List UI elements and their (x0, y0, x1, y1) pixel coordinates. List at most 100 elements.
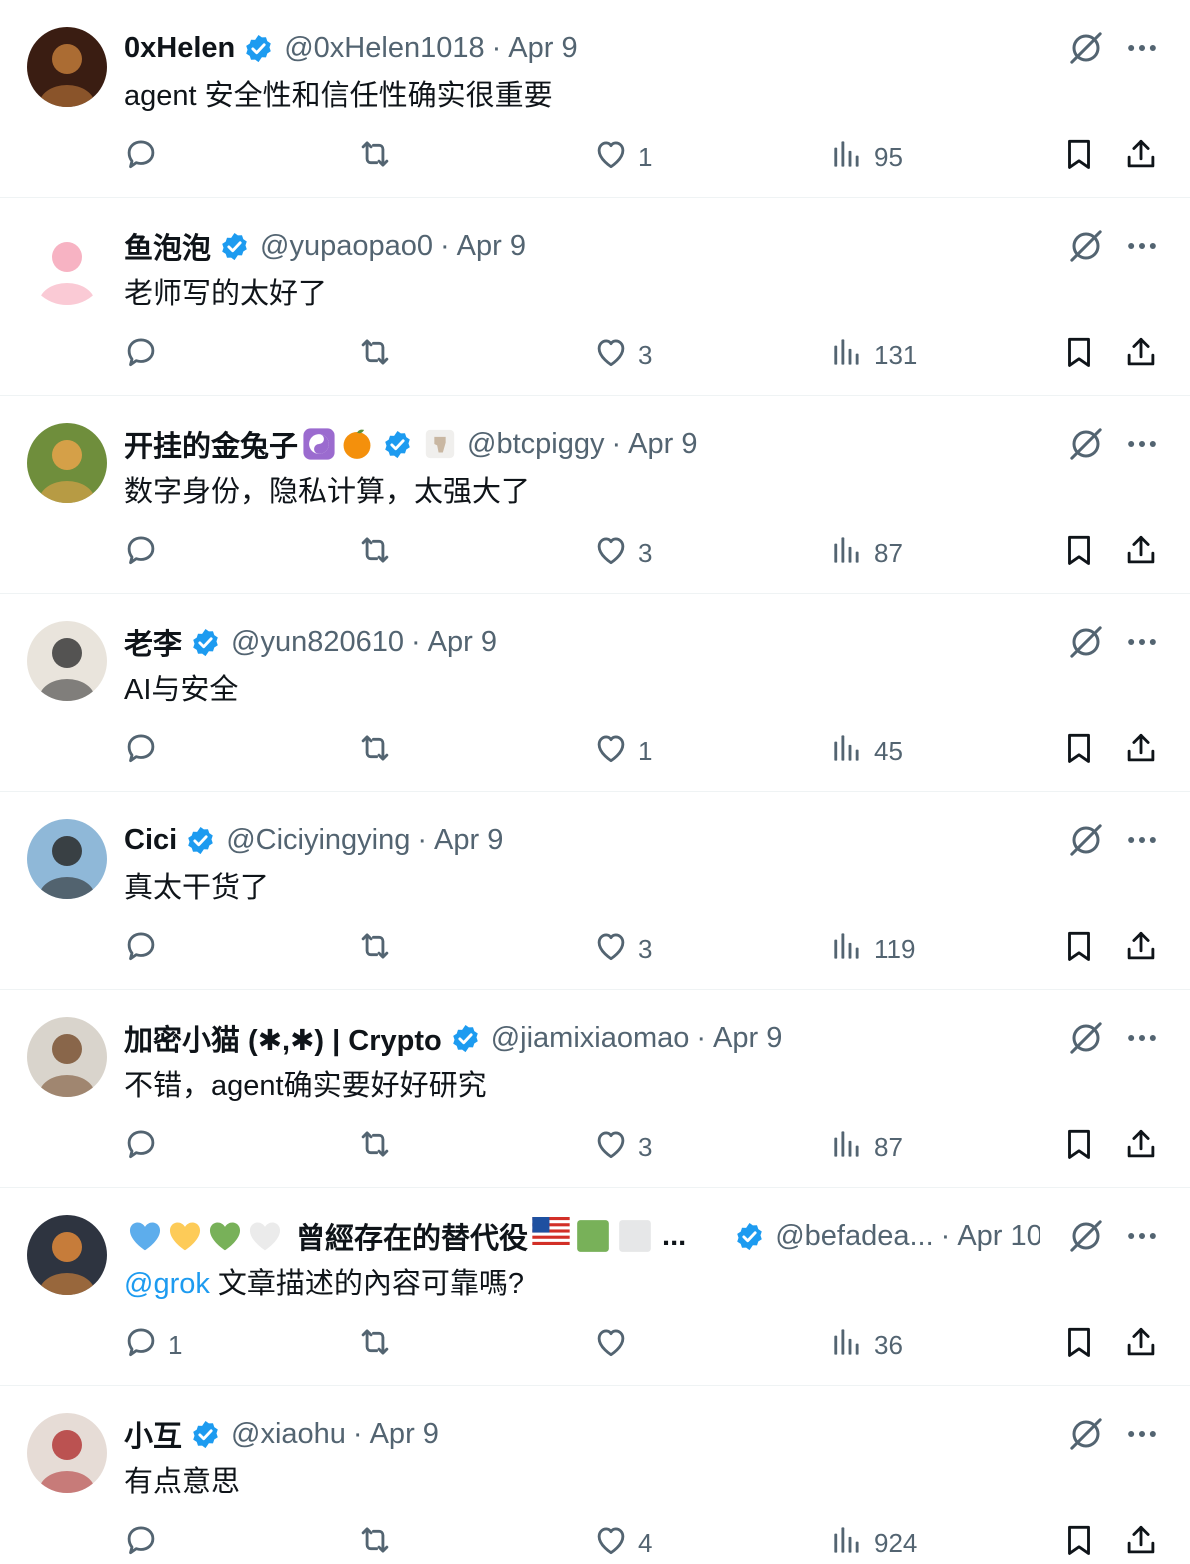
reply-post[interactable]: 曾經存在的替代役... @befadea... · Apr 10 @grok 文章描述的… (0, 1188, 1190, 1386)
avatar[interactable] (27, 423, 107, 503)
views-button[interactable]: 119 (828, 928, 915, 970)
user-handle[interactable]: @befadea... (775, 1220, 933, 1253)
retweet-button[interactable] (356, 1126, 402, 1168)
display-name[interactable]: 曾經存在的替代役 (296, 1216, 528, 1256)
avatar[interactable] (27, 225, 107, 305)
more-options-icon[interactable] (1122, 622, 1162, 662)
views-button[interactable]: 36 (828, 1324, 903, 1366)
more-options-icon[interactable] (1122, 820, 1162, 860)
reply-post[interactable]: 小互 @xiaohu · Apr 9 有点意思 4 924 (0, 1386, 1190, 1564)
post-date[interactable]: Apr 9 (713, 1022, 782, 1055)
share-button[interactable] (1122, 334, 1160, 376)
views-button[interactable]: 131 (828, 334, 917, 376)
bookmark-button[interactable] (1060, 1126, 1098, 1168)
retweet-button[interactable] (356, 1324, 402, 1366)
post-date[interactable]: Apr 10 (957, 1220, 1040, 1253)
post-date[interactable]: Apr 9 (628, 428, 697, 461)
reply-post[interactable]: 开挂的金兔子 @btcpiggy · Apr 9 数字身份，隐私计算，太强大了 3 87 (0, 396, 1190, 594)
grok-icon[interactable] (1066, 424, 1106, 464)
more-options-icon[interactable] (1122, 28, 1162, 68)
retweet-button[interactable] (356, 730, 402, 772)
views-button[interactable]: 45 (828, 730, 903, 772)
display-name[interactable]: Cici (124, 824, 177, 857)
retweet-button[interactable] (356, 928, 402, 970)
more-options-icon[interactable] (1122, 1216, 1162, 1256)
views-button[interactable]: 924 (828, 1522, 917, 1564)
avatar[interactable] (27, 1017, 107, 1097)
post-date[interactable]: Apr 9 (428, 626, 497, 659)
retweet-button[interactable] (356, 136, 402, 178)
post-date[interactable]: Apr 9 (434, 824, 503, 857)
grok-icon[interactable] (1066, 820, 1106, 860)
share-button[interactable] (1122, 730, 1160, 772)
display-name[interactable]: 鱼泡泡 (124, 226, 211, 266)
like-button[interactable]: 4 (592, 1522, 652, 1564)
views-button[interactable]: 87 (828, 1126, 903, 1168)
retweet-button[interactable] (356, 532, 402, 574)
avatar[interactable] (27, 819, 107, 899)
reply-button[interactable] (122, 1522, 168, 1564)
grok-icon[interactable] (1066, 1018, 1106, 1058)
reply-button[interactable] (122, 136, 168, 178)
grok-icon[interactable] (1066, 1216, 1106, 1256)
share-button[interactable] (1122, 928, 1160, 970)
retweet-button[interactable] (356, 1522, 402, 1564)
display-name[interactable]: 小互 (124, 1414, 182, 1454)
reply-button[interactable] (122, 334, 168, 376)
reply-post[interactable]: 加密小猫 (✱,✱) | Crypto @jiamixiaomao · Apr 9 不错… (0, 990, 1190, 1188)
reply-button[interactable] (122, 532, 168, 574)
like-button[interactable]: 3 (592, 334, 652, 376)
bookmark-button[interactable] (1060, 532, 1098, 574)
share-button[interactable] (1122, 1324, 1160, 1366)
share-button[interactable] (1122, 1126, 1160, 1168)
grok-icon[interactable] (1066, 1414, 1106, 1454)
user-handle[interactable]: @jiamixiaomao (491, 1022, 690, 1055)
like-button[interactable]: 3 (592, 532, 652, 574)
bookmark-button[interactable] (1060, 136, 1098, 178)
more-options-icon[interactable] (1122, 424, 1162, 464)
avatar[interactable] (27, 1413, 107, 1493)
reply-post[interactable]: 鱼泡泡 @yupaopao0 · Apr 9 老师写的太好了 3 131 (0, 198, 1190, 396)
reply-post[interactable]: Cici @Ciciyingying · Apr 9 真太干货了 3 119 (0, 792, 1190, 990)
like-button[interactable]: 1 (592, 730, 652, 772)
reply-button[interactable] (122, 1126, 168, 1168)
bookmark-button[interactable] (1060, 1324, 1098, 1366)
like-button[interactable]: 3 (592, 1126, 652, 1168)
bookmark-button[interactable] (1060, 928, 1098, 970)
like-button[interactable]: 1 (592, 136, 652, 178)
user-handle[interactable]: @btcpiggy (467, 428, 604, 461)
user-handle[interactable]: @Ciciyingying (226, 824, 410, 857)
share-button[interactable] (1122, 532, 1160, 574)
avatar[interactable] (27, 621, 107, 701)
bookmark-button[interactable] (1060, 334, 1098, 376)
reply-button[interactable]: 1 (122, 1324, 182, 1366)
post-date[interactable]: Apr 9 (508, 32, 577, 65)
more-options-icon[interactable] (1122, 1018, 1162, 1058)
share-button[interactable] (1122, 1522, 1160, 1564)
user-handle[interactable]: @xiaohu (231, 1418, 346, 1451)
more-options-icon[interactable] (1122, 1414, 1162, 1454)
mention-link[interactable]: @grok (124, 1268, 210, 1300)
reply-button[interactable] (122, 928, 168, 970)
share-button[interactable] (1122, 136, 1160, 178)
more-options-icon[interactable] (1122, 226, 1162, 266)
user-handle[interactable]: @yun820610 (231, 626, 404, 659)
display-name[interactable]: 开挂的金兔子 (124, 424, 298, 464)
like-button[interactable]: 3 (592, 928, 652, 970)
bookmark-button[interactable] (1060, 1522, 1098, 1564)
retweet-button[interactable] (356, 334, 402, 376)
reply-button[interactable] (122, 730, 168, 772)
grok-icon[interactable] (1066, 622, 1106, 662)
post-date[interactable]: Apr 9 (457, 230, 526, 263)
views-button[interactable]: 95 (828, 136, 903, 178)
avatar[interactable] (27, 1215, 107, 1295)
display-name[interactable]: 老李 (124, 622, 182, 662)
user-handle[interactable]: @yupaopao0 (260, 230, 433, 263)
grok-icon[interactable] (1066, 28, 1106, 68)
bookmark-button[interactable] (1060, 730, 1098, 772)
avatar[interactable] (27, 27, 107, 107)
grok-icon[interactable] (1066, 226, 1106, 266)
like-button[interactable] (592, 1324, 638, 1366)
display-name[interactable]: 0xHelen (124, 32, 235, 65)
views-button[interactable]: 87 (828, 532, 903, 574)
